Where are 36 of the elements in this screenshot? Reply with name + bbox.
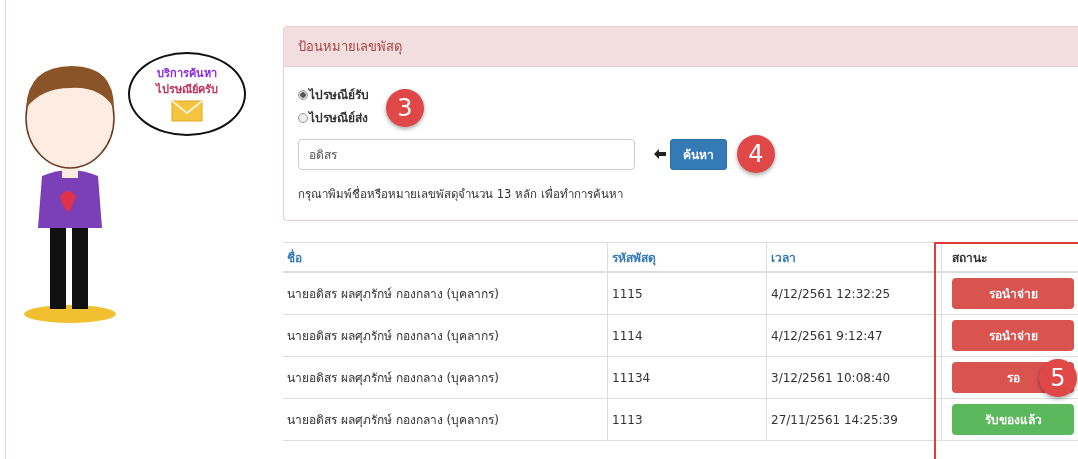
table-cell: นายอดิสร ผลศุภรักษ์ กองกลาง (บุคลากร) [283, 272, 608, 315]
search-button[interactable]: ค้นหา [670, 138, 727, 170]
envelope-icon [171, 100, 203, 122]
annotation-badge: 4 [737, 135, 775, 173]
status-label: รอนำจ่าย [952, 278, 1074, 309]
table-cell: 1114 [607, 314, 767, 357]
status-label: รอนำจ่าย [952, 320, 1074, 351]
arrow-left-icon [654, 149, 666, 159]
table-cell: 3/12/2561 10:08:40 [766, 356, 942, 399]
table-cell: นายอดิสร ผลศุภรักษ์ กองกลาง (บุคลากร) [283, 398, 608, 441]
table-cell: 4/12/2561 12:32:25 [766, 272, 942, 315]
radio-button[interactable] [298, 112, 308, 123]
search-field[interactable]: อดิสร [298, 138, 635, 170]
table-cell: นายอดิสร ผลศุภรักษ์ กองกลาง (บุคลากร) [283, 356, 608, 399]
panel-title: ป้อนหมายเลขพัสดุ [284, 27, 1078, 67]
bubble-text: บริการค้นหา [157, 66, 217, 82]
table-cell: 11134 [607, 356, 767, 399]
radio-option[interactable]: ไปรษณีย์ส่ง [298, 108, 368, 127]
table-cell: 1115 [607, 272, 767, 315]
radio-option[interactable]: ไปรษณีย์รับ [298, 85, 369, 104]
status-label: รับของแล้ว [952, 404, 1074, 435]
column-header-link[interactable]: รหัสพัสดุ [612, 250, 656, 265]
radio-label: ไปรษณีย์ส่ง [309, 110, 368, 127]
table-cell: นายอดิสร ผลศุภรักษ์ กองกลาง (บุคลากร) [283, 314, 608, 357]
radio-button[interactable] [298, 89, 308, 100]
help-text: กรุณาพิมพ์ชื่อหรือหมายเลขพัสดุจำนวน 13 หลัก เพื่อทำการค้นหา [298, 185, 624, 203]
bubble-text: ไปรษณีย์ครับ [156, 82, 218, 98]
table-cell: 4/12/2561 9:12:47 [766, 314, 942, 357]
column-header-link[interactable]: ชื่อ [287, 250, 302, 265]
annotation-badge: 3 [386, 89, 424, 127]
column-header: สถานะ [952, 250, 987, 265]
table-cell: 27/11/2561 14:25:39 [766, 398, 942, 441]
radio-label: ไปรษณีย์รับ [309, 87, 369, 104]
annotation-badge: 5 [1039, 359, 1077, 397]
table-cell: 1113 [607, 398, 767, 441]
column-header-link[interactable]: เวลา [771, 250, 796, 265]
